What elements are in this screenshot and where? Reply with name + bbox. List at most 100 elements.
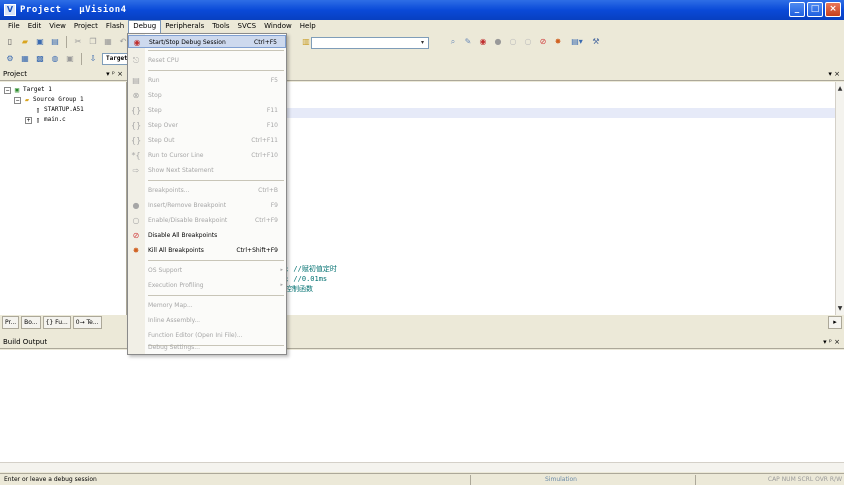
menu-item-run[interactable]: ▤ Run F5 bbox=[128, 74, 286, 87]
tab-books[interactable]: Bo... bbox=[21, 316, 41, 329]
menu-file[interactable]: File bbox=[4, 20, 24, 33]
insert-breakpoint-icon: ● bbox=[132, 201, 140, 210]
tools-icon[interactable]: ⚒ bbox=[590, 36, 602, 48]
incremental-find-icon[interactable]: ✎ bbox=[462, 36, 474, 48]
menu-debug[interactable]: Debug bbox=[128, 20, 162, 33]
menu-view[interactable]: View bbox=[45, 20, 70, 33]
batch-build-icon[interactable]: ◍ bbox=[49, 53, 61, 65]
menu-item-breakpoints[interactable]: Breakpoints... Ctrl+B bbox=[128, 184, 286, 197]
open-folder-icon[interactable]: ▰ bbox=[19, 36, 31, 48]
menu-help[interactable]: Help bbox=[296, 20, 320, 33]
menu-bar: File Edit View Project Flash Debug Perip… bbox=[0, 20, 844, 33]
copy-icon[interactable]: ❐ bbox=[87, 36, 99, 48]
build-icon[interactable]: ▦ bbox=[19, 53, 31, 65]
build-output-controls[interactable]: ▾ ᵖ × bbox=[823, 336, 840, 349]
debug-icon[interactable]: ◉ bbox=[477, 36, 489, 48]
status-bar: Enter or leave a debug session Simulatio… bbox=[0, 473, 844, 485]
window-layout-icon[interactable]: ▤▾ bbox=[567, 36, 587, 48]
breakpoint-disabled-icon[interactable]: ○ bbox=[507, 36, 519, 48]
menu-item-execution-profiling[interactable]: Execution Profiling ▸ bbox=[128, 279, 286, 292]
menu-item-step-out[interactable]: {} Step Out Ctrl+F11 bbox=[128, 134, 286, 147]
menu-item-disable-all-breakpoints[interactable]: ⊘ Disable All Breakpoints bbox=[128, 229, 286, 242]
folder-icon: ▰ bbox=[24, 96, 30, 104]
menu-item-debug-settings[interactable]: Debug Settings... bbox=[128, 341, 286, 354]
menu-project[interactable]: Project bbox=[70, 20, 102, 33]
chevron-down-icon[interactable]: ▾ bbox=[418, 39, 427, 47]
project-pane-controls[interactable]: ▾ ᵖ × bbox=[106, 68, 123, 81]
menu-edit[interactable]: Edit bbox=[24, 20, 46, 33]
menu-item-insert-remove-breakpoint[interactable]: ● Insert/Remove Breakpoint F9 bbox=[128, 199, 286, 212]
save-icon[interactable]: ▣ bbox=[34, 36, 46, 48]
tab-project[interactable]: Pr... bbox=[2, 316, 20, 329]
new-file-icon[interactable]: ▯ bbox=[4, 36, 16, 48]
menu-svcs[interactable]: SVCS bbox=[234, 20, 261, 33]
translate-icon[interactable]: ⚙ bbox=[4, 53, 16, 65]
collapse-icon[interactable]: − bbox=[4, 86, 11, 94]
download-icon[interactable]: ⇩ bbox=[87, 53, 99, 65]
menu-flash[interactable]: Flash bbox=[102, 20, 128, 33]
save-all-icon[interactable]: ▤ bbox=[49, 36, 61, 48]
scroll-down-icon[interactable]: ▼ bbox=[836, 304, 844, 313]
menu-item-reset-cpu[interactable]: ⎋ Reset CPU bbox=[128, 54, 286, 67]
code-line: 控制函数 bbox=[285, 285, 313, 293]
find-combo[interactable]: ▾ bbox=[311, 37, 429, 49]
scroll-up-icon[interactable]: ▲ bbox=[836, 84, 844, 93]
c-file-icon: ▯ bbox=[35, 116, 41, 124]
menu-item-step[interactable]: {} Step F11 bbox=[128, 104, 286, 117]
menu-separator bbox=[148, 260, 284, 261]
menu-item-os-support[interactable]: OS Support ▸ bbox=[128, 264, 286, 277]
menu-item-enable-disable-breakpoint[interactable]: ○ Enable/Disable Breakpoint Ctrl+F9 bbox=[128, 214, 286, 227]
menu-separator bbox=[148, 50, 284, 51]
editor-vertical-scrollbar[interactable]: ▲ ▼ bbox=[835, 82, 844, 315]
close-button[interactable]: × bbox=[825, 2, 841, 17]
menu-item-run-to-cursor[interactable]: *{ Run to Cursor Line Ctrl+F10 bbox=[128, 149, 286, 162]
scroll-right-icon[interactable]: ▸ bbox=[828, 316, 842, 329]
kill-breakpoints-icon[interactable]: ✸ bbox=[552, 36, 564, 48]
window-controls: _ □ × bbox=[789, 2, 841, 17]
menu-item-stop[interactable]: ⊗ Stop bbox=[128, 89, 286, 102]
editor-controls[interactable]: ▾ × bbox=[828, 68, 840, 81]
status-separator bbox=[695, 475, 696, 485]
breakpoint-icon[interactable]: ● bbox=[492, 36, 504, 48]
maximize-button[interactable]: □ bbox=[807, 2, 823, 17]
menu-item-show-next-statement[interactable]: ⇨ Show Next Statement bbox=[128, 164, 286, 177]
status-mode: Simulation bbox=[545, 476, 577, 483]
tab-templates[interactable]: 0→ Te... bbox=[72, 316, 102, 329]
tree-node-group[interactable]: − ▰ Source Group 1 bbox=[14, 95, 84, 105]
collapse-icon[interactable]: − bbox=[14, 96, 21, 104]
window-title: Project - µVision4 bbox=[20, 5, 127, 15]
expand-icon[interactable]: + bbox=[25, 116, 32, 124]
menu-window[interactable]: Window bbox=[260, 20, 296, 33]
rebuild-icon[interactable]: ▩ bbox=[34, 53, 46, 65]
menu-item-start-stop-debug[interactable]: ◉ Start/Stop Debug Session Ctrl+F5 bbox=[128, 35, 286, 48]
tab-functions[interactable]: {} Fu... bbox=[42, 316, 71, 329]
breakpoint-outline-icon[interactable]: ○ bbox=[522, 36, 534, 48]
project-pane-header: Project ▾ ᵖ × bbox=[0, 68, 127, 81]
find-icon[interactable]: ⌕ bbox=[447, 36, 459, 48]
disable-all-breakpoints-icon: ⊘ bbox=[132, 231, 140, 240]
menu-item-step-over[interactable]: {} Step Over F10 bbox=[128, 119, 286, 132]
tree-node-target[interactable]: − ▣ Target 1 bbox=[4, 85, 52, 95]
project-pane-title: Project bbox=[3, 70, 27, 78]
paste-icon[interactable]: ▦ bbox=[102, 36, 114, 48]
menu-tools[interactable]: Tools bbox=[208, 20, 233, 33]
tree-label: Source Group 1 bbox=[33, 96, 84, 103]
menu-item-kill-all-breakpoints[interactable]: ✸ Kill All Breakpoints Ctrl+Shift+F9 bbox=[128, 244, 286, 257]
stop-build-icon[interactable]: ▣ bbox=[64, 53, 76, 65]
status-keys: CAP NUM SCRL OVR R/W bbox=[767, 476, 842, 483]
tree-node-file[interactable]: ▯ STARTUP.A51 bbox=[34, 105, 84, 115]
reset-cpu-icon: ⎋ bbox=[132, 56, 140, 65]
tree-node-file[interactable]: + ▯ main.c bbox=[25, 115, 66, 125]
submenu-arrow-icon: ▸ bbox=[280, 282, 283, 288]
title-bar: V Project - µVision4 _ □ × bbox=[0, 0, 844, 20]
menu-item-memory-map[interactable]: Memory Map... bbox=[128, 299, 286, 312]
minimize-button[interactable]: _ bbox=[789, 2, 805, 17]
code-line: ; //赋初值定时 bbox=[285, 265, 337, 273]
cut-icon[interactable]: ✂ bbox=[72, 36, 84, 48]
build-output-scrollbar[interactable] bbox=[0, 462, 844, 472]
menu-peripherals[interactable]: Peripherals bbox=[161, 20, 208, 33]
disable-breakpoints-icon[interactable]: ⊘ bbox=[537, 36, 549, 48]
code-line: ; //0.01ms bbox=[285, 275, 328, 283]
build-output-panel[interactable] bbox=[0, 350, 844, 462]
menu-item-inline-assembly[interactable]: Inline Assembly... bbox=[128, 314, 286, 327]
